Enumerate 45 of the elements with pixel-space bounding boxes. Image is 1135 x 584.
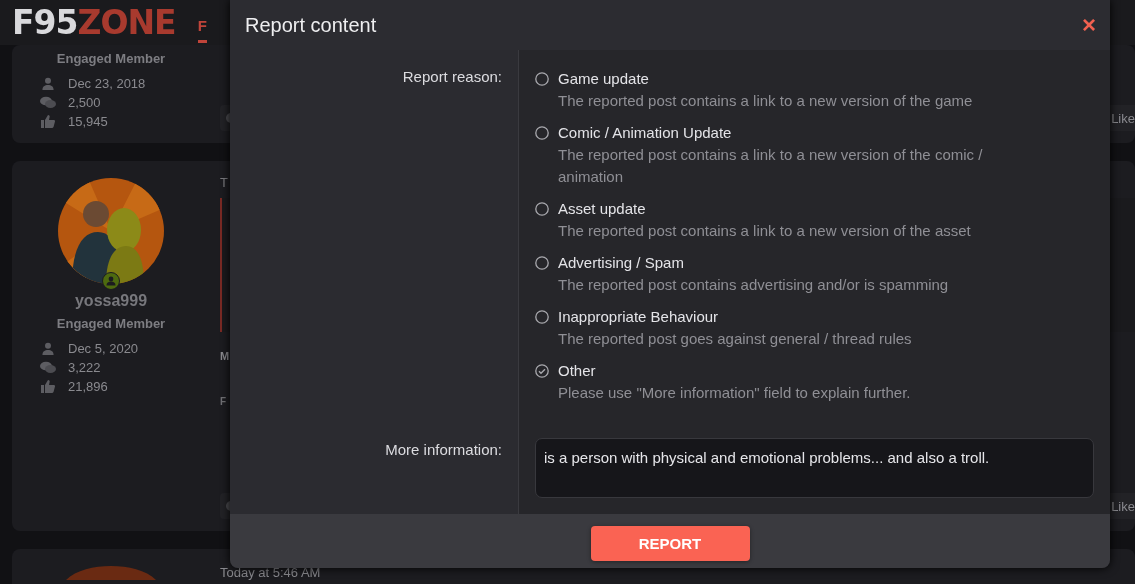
option-description: The reported post goes against general / thread rules	[558, 329, 912, 349]
join-date: Dec 23, 2018	[68, 76, 146, 91]
message-count: 3,222	[68, 360, 101, 375]
radio-button[interactable]	[535, 310, 549, 324]
option-description: Please use "More information" field to explain further.	[558, 383, 911, 403]
option-label[interactable]: Advertising / Spam	[558, 252, 949, 274]
radio-button[interactable]	[535, 72, 549, 86]
option-description: The reported post contains a link to a new version of the asset	[558, 221, 971, 241]
thumbs-up-icon	[40, 380, 56, 393]
user-icon	[40, 77, 56, 90]
user-title: Engaged Member	[56, 316, 166, 331]
option-label[interactable]: Comic / Animation Update	[558, 122, 1038, 144]
post-date[interactable]: Today at 5:46 AM	[220, 565, 321, 580]
post-text: F	[220, 396, 227, 407]
post-text: T	[220, 175, 228, 190]
thumbs-up-icon	[40, 115, 56, 128]
like-button[interactable]: Like	[1111, 498, 1135, 514]
post-text: M	[220, 350, 230, 362]
user-title: Engaged Member	[56, 51, 166, 66]
reaction-score: 21,896	[68, 379, 108, 394]
chat-icon	[40, 96, 56, 109]
username[interactable]: yossa999	[74, 292, 148, 310]
option-description: The reported post contains a link to a new version of the comic / animation	[558, 145, 984, 187]
radio-button[interactable]	[535, 202, 549, 216]
chat-icon	[40, 361, 56, 374]
field-label: More information:	[384, 441, 502, 458]
field-label: Report reason:	[401, 68, 502, 85]
close-button[interactable]: ×	[1082, 13, 1096, 37]
message-count: 2,500	[68, 95, 101, 110]
radio-button[interactable]	[535, 256, 549, 270]
option-label[interactable]: Game update	[558, 68, 973, 90]
reaction-score: 15,945	[68, 114, 108, 129]
dialog-title: Report content	[245, 13, 377, 37]
user-icon	[40, 342, 56, 355]
option-description: The reported post contains a link to a new version of the game	[558, 91, 973, 111]
option-label[interactable]: Other	[558, 360, 911, 382]
option-label[interactable]: Inappropriate Behaviour	[558, 306, 912, 328]
option-description: The reported post contains advertising and/or is spamming	[558, 275, 949, 295]
like-button[interactable]: Like	[1111, 110, 1135, 126]
option-label[interactable]: Asset update	[558, 198, 971, 220]
logo[interactable]: F95ZONE	[12, 6, 176, 39]
join-date: Dec 5, 2020	[68, 341, 139, 356]
input-field[interactable]: is a person with physical and emotional problems... and also a troll.	[535, 438, 1094, 498]
radio-button[interactable]	[535, 126, 549, 140]
radio-button[interactable]	[535, 364, 549, 378]
